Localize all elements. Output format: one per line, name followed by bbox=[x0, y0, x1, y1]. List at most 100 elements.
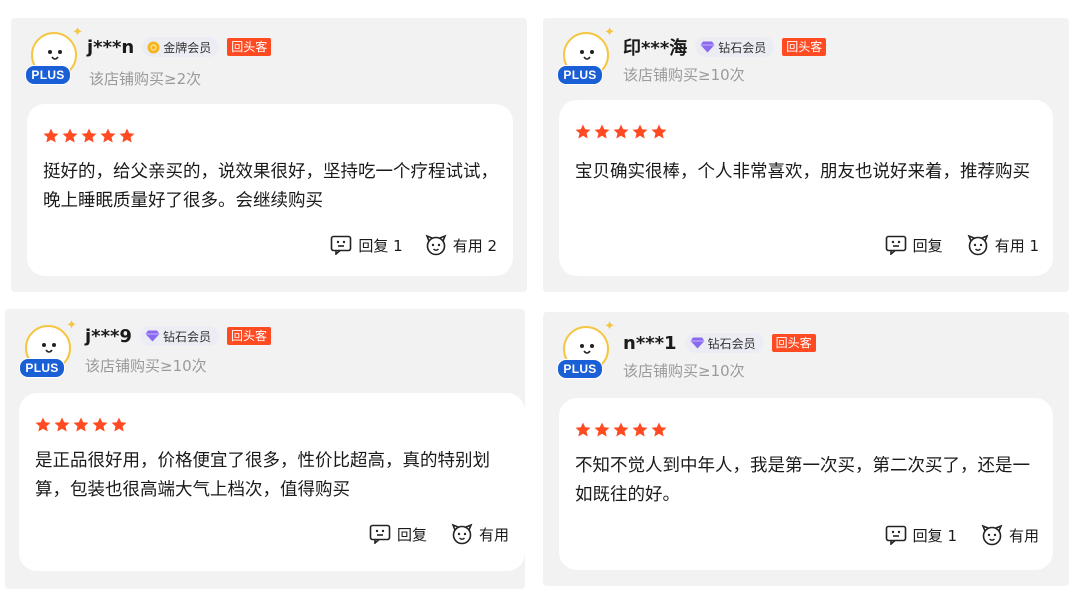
return-customer-badge: 回头客 bbox=[771, 334, 816, 352]
member-badge: 钻石会员 bbox=[139, 326, 219, 346]
star-rating bbox=[35, 417, 127, 432]
gold-medal-icon bbox=[147, 41, 160, 54]
review-actions: 回复 1 有用 bbox=[885, 524, 1039, 546]
star-icon bbox=[632, 422, 648, 437]
avatar[interactable]: ✦ PLUS bbox=[19, 319, 77, 383]
review-text: 不知不觉人到中年人，我是第一次买，第二次买了，还是一如既往的好。 bbox=[575, 456, 1030, 505]
return-customer-badge: 回头客 bbox=[226, 327, 271, 345]
star-icon bbox=[62, 128, 78, 143]
star-sparkle-icon: ✦ bbox=[604, 319, 615, 334]
star-icon bbox=[111, 417, 127, 432]
user-row: j***9 钻石会员 回头客 bbox=[85, 323, 271, 349]
useful-label: 有用 bbox=[478, 525, 509, 544]
purchase-count: 该店铺购买≥10次 bbox=[85, 357, 207, 375]
reply-button[interactable]: 回复 bbox=[885, 235, 943, 256]
avatar[interactable]: ✦ PLUS bbox=[25, 26, 83, 90]
reply-label: 回复 1 bbox=[358, 236, 403, 255]
mascot-face-icon bbox=[48, 50, 62, 60]
reply-icon bbox=[885, 235, 906, 255]
mascot-face-icon bbox=[580, 344, 594, 354]
useful-label: 有用 2 bbox=[452, 236, 497, 255]
member-badge: 钻石会员 bbox=[684, 333, 764, 353]
reply-button[interactable]: 回复 1 bbox=[330, 235, 403, 256]
diamond-icon bbox=[700, 41, 715, 53]
member-badge: 金牌会员 bbox=[142, 37, 220, 57]
reply-icon bbox=[331, 235, 352, 255]
reply-label: 回复 bbox=[912, 236, 943, 255]
star-rating bbox=[575, 422, 667, 437]
star-rating bbox=[43, 128, 135, 143]
plus-badge: PLUS bbox=[19, 358, 65, 378]
useful-button[interactable]: 有用 bbox=[981, 524, 1039, 546]
useful-label: 有用 bbox=[1008, 526, 1039, 545]
useful-label: 有用 1 bbox=[994, 236, 1039, 255]
star-icon bbox=[594, 124, 610, 139]
avatar[interactable]: ✦ PLUS bbox=[557, 26, 615, 90]
review-actions: 回复 有用 bbox=[369, 523, 509, 545]
member-level-label: 钻石会员 bbox=[707, 336, 756, 351]
dog-face-icon bbox=[425, 234, 447, 256]
reply-button[interactable]: 回复 bbox=[369, 524, 427, 545]
username[interactable]: n***1 bbox=[623, 333, 677, 354]
purchase-count: 该店铺购买≥2次 bbox=[89, 70, 202, 88]
review-text: 挺好的，给父亲买的，说效果很好，坚持吃一个疗程试试，晚上睡眠质量好了很多。会继续… bbox=[43, 162, 498, 211]
plus-badge: PLUS bbox=[557, 65, 603, 85]
star-icon bbox=[119, 128, 135, 143]
star-sparkle-icon: ✦ bbox=[72, 25, 83, 40]
dog-face-icon bbox=[981, 524, 1003, 546]
star-icon bbox=[43, 128, 59, 143]
member-badge: 钻石会员 bbox=[695, 37, 775, 57]
review-actions: 回复 1 有用 2 bbox=[330, 234, 497, 256]
dog-face-icon bbox=[967, 234, 989, 256]
diamond-icon bbox=[690, 337, 705, 349]
review-card: 宝贝确实很棒，个人非常喜欢，朋友也说好来着，推荐购买 回复 有用 1 bbox=[559, 100, 1053, 276]
star-icon bbox=[651, 124, 667, 139]
review-panel: ✦ PLUS 印***海 钻石会员 回头客 该店铺购买≥10次 宝贝确实很棒，个… bbox=[543, 18, 1069, 292]
member-level-label: 钻石会员 bbox=[718, 40, 767, 55]
plus-badge: PLUS bbox=[25, 65, 71, 85]
review-panel: ✦ PLUS j***9 钻石会员 回头客 该店铺购买≥10次 是正品很好用，价… bbox=[5, 309, 525, 589]
useful-button[interactable]: 有用 2 bbox=[425, 234, 497, 256]
review-panel: ✦ PLUS n***1 钻石会员 回头客 该店铺购买≥10次 不知不觉人到中年… bbox=[543, 312, 1069, 586]
star-icon bbox=[613, 124, 629, 139]
star-icon bbox=[81, 128, 97, 143]
mascot-face-icon bbox=[42, 343, 56, 353]
reply-label: 回复 bbox=[396, 525, 427, 544]
return-customer-badge: 回头客 bbox=[227, 38, 272, 56]
review-card: 挺好的，给父亲买的，说效果很好，坚持吃一个疗程试试，晚上睡眠质量好了很多。会继续… bbox=[27, 104, 513, 276]
star-icon bbox=[73, 417, 89, 432]
username[interactable]: 印***海 bbox=[623, 34, 687, 60]
star-icon bbox=[35, 417, 51, 432]
star-icon bbox=[100, 128, 116, 143]
star-icon bbox=[632, 124, 648, 139]
star-rating bbox=[575, 124, 667, 139]
reply-button[interactable]: 回复 1 bbox=[885, 525, 957, 546]
star-sparkle-icon: ✦ bbox=[66, 318, 77, 333]
plus-badge: PLUS bbox=[557, 359, 603, 379]
review-text: 是正品很好用，价格便宜了很多，性价比超高，真的特别划算，包装也很高端大气上档次，… bbox=[35, 451, 490, 500]
review-card: 是正品很好用，价格便宜了很多，性价比超高，真的特别划算，包装也很高端大气上档次，… bbox=[19, 393, 525, 571]
star-icon bbox=[651, 422, 667, 437]
mascot-face-icon bbox=[580, 50, 594, 60]
star-icon bbox=[54, 417, 70, 432]
star-icon bbox=[575, 422, 591, 437]
dog-face-icon bbox=[451, 523, 473, 545]
member-level-label: 钻石会员 bbox=[162, 329, 211, 344]
purchase-count: 该店铺购买≥10次 bbox=[623, 362, 745, 380]
username[interactable]: j***9 bbox=[85, 326, 132, 347]
member-level-label: 金牌会员 bbox=[163, 40, 212, 55]
useful-button[interactable]: 有用 1 bbox=[967, 234, 1039, 256]
review-panel: ✦ PLUS j***n 金牌会员 回头客 该店铺购买≥2次 挺好的，给父亲买的… bbox=[11, 18, 527, 292]
review-text: 宝贝确实很棒，个人非常喜欢，朋友也说好来着，推荐购买 bbox=[575, 162, 1030, 182]
useful-button[interactable]: 有用 bbox=[451, 523, 509, 545]
username[interactable]: j***n bbox=[87, 37, 134, 58]
reply-icon bbox=[885, 525, 906, 545]
review-card: 不知不觉人到中年人，我是第一次买，第二次买了，还是一如既往的好。 回复 1 有用 bbox=[559, 398, 1053, 570]
avatar[interactable]: ✦ PLUS bbox=[557, 320, 615, 384]
star-icon bbox=[613, 422, 629, 437]
return-customer-badge: 回头客 bbox=[782, 38, 827, 56]
star-sparkle-icon: ✦ bbox=[604, 25, 615, 40]
user-row: j***n 金牌会员 回头客 bbox=[87, 34, 272, 60]
purchase-count: 该店铺购买≥10次 bbox=[623, 66, 745, 84]
review-actions: 回复 有用 1 bbox=[885, 234, 1039, 256]
